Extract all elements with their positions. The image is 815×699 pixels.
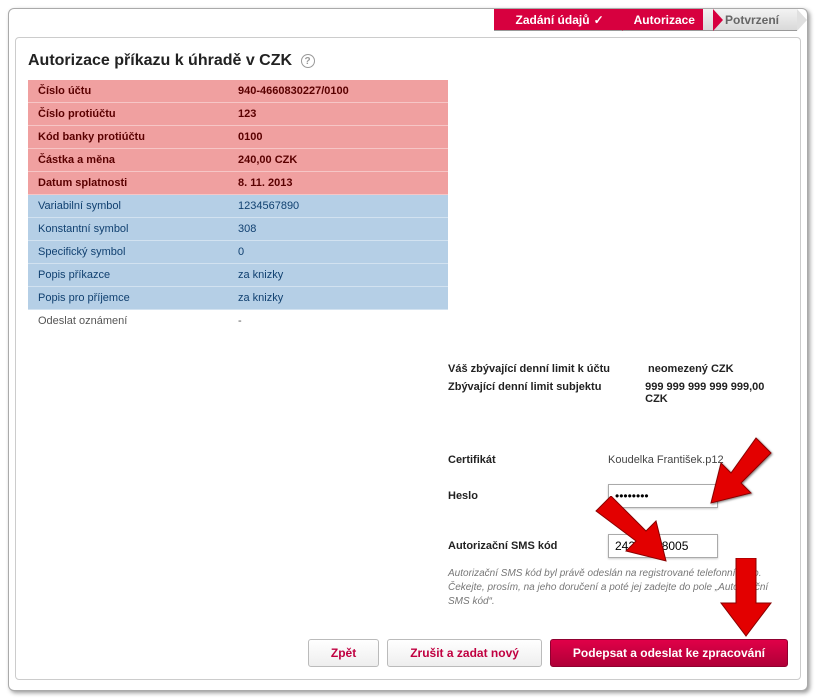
back-button[interactable]: Zpět — [308, 639, 379, 667]
submit-button[interactable]: Podepsat a odeslat ke zpracování — [550, 639, 788, 667]
page-title-text: Autorizace příkazu k úhradě v CZK — [28, 52, 292, 69]
table-row: Konstantní symbol308 — [28, 218, 448, 241]
certificate-value: Koudelka František.p12 — [608, 454, 724, 466]
sms-hint-text: Autorizační SMS kód byl právě odeslán na… — [448, 567, 788, 609]
limit-subject-value: 999 999 999 999 999,00 CZK — [645, 381, 788, 405]
limits-block: Váš zbývající denní limit k účtu neomeze… — [448, 363, 788, 405]
cancel-button[interactable]: Zrušit a zadat nový — [387, 639, 542, 667]
table-row: Částka a měna240,00 CZK — [28, 149, 448, 172]
limit-account-label: Váš zbývající denní limit k účtu — [448, 363, 648, 375]
password-input[interactable] — [608, 484, 718, 508]
help-icon[interactable]: ? — [301, 54, 315, 68]
table-row: Popis příkazceza knizky — [28, 264, 448, 287]
table-row: Datum splatnosti8. 11. 2013 — [28, 172, 448, 195]
step-auth-label: Autorizace — [634, 13, 695, 27]
wizard-steps: Zadání údajů ✓ Autorizace Potvrzení — [9, 9, 797, 31]
step-confirm-label: Potvrzení — [725, 13, 779, 27]
page-title: Autorizace příkazu k úhradě v CZK ? — [28, 52, 788, 70]
table-row: Odeslat oznámení- — [28, 310, 448, 333]
limit-subject-label: Zbývající denní limit subjektu — [448, 381, 645, 405]
sms-code-label: Autorizační SMS kód — [448, 540, 608, 552]
password-label: Heslo — [448, 490, 608, 502]
auth-block: Certifikát Koudelka František.p12 Heslo … — [448, 445, 788, 561]
check-icon: ✓ — [594, 13, 604, 27]
limit-account-value: neomezený CZK — [648, 363, 734, 375]
table-row: Kód banky protiúčtu0100 — [28, 126, 448, 149]
button-bar: Zpět Zrušit a zadat nový Podepsat a odes… — [28, 639, 788, 667]
content-box: Autorizace příkazu k úhradě v CZK ? Čísl… — [15, 37, 801, 680]
payment-details-table: Číslo účtu940-4660830227/0100 Číslo prot… — [28, 80, 448, 333]
step-entry-label: Zadání údajů — [516, 13, 590, 27]
table-row: Specifický symbol0 — [28, 241, 448, 264]
table-row: Variabilní symbol1234567890 — [28, 195, 448, 218]
certificate-label: Certifikát — [448, 454, 608, 466]
table-row: Popis pro příjemceza knizky — [28, 287, 448, 310]
step-entry: Zadání údajů ✓ — [494, 9, 622, 31]
table-row: Číslo protiúčtu123 — [28, 103, 448, 126]
sms-code-input[interactable] — [608, 534, 718, 558]
table-row: Číslo účtu940-4660830227/0100 — [28, 80, 448, 103]
payment-authorization-panel: Zadání údajů ✓ Autorizace Potvrzení Auto… — [8, 8, 808, 691]
